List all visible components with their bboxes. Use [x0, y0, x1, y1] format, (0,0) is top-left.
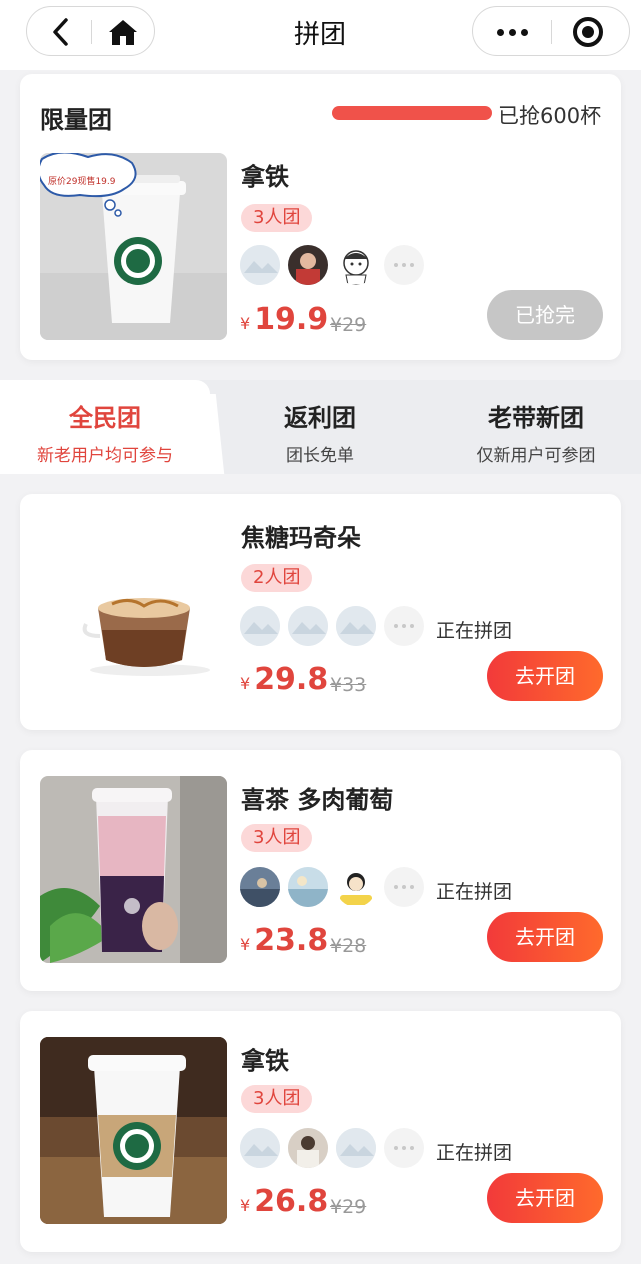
list-item[interactable]: 拿铁 3人团 正在拼团 ¥26.8 ¥29 去开团 [20, 1011, 621, 1252]
avatar [288, 1128, 328, 1168]
participant-avatars [240, 606, 424, 646]
original-price: ¥29 [330, 314, 367, 336]
more-avatars [384, 245, 424, 285]
sold-count: 已抢600杯 [498, 104, 602, 128]
avatar [336, 606, 376, 646]
nav-bar: 拼团 [0, 0, 641, 70]
start-group-button[interactable]: 去开团 [487, 651, 603, 701]
more-button[interactable] [487, 15, 537, 49]
chevron-left-icon [53, 18, 68, 46]
original-price: ¥28 [330, 935, 367, 957]
group-size-tag: 3人团 [241, 824, 313, 852]
product-name: 焦糖玛奇朵 [241, 524, 361, 552]
nav-capsule-right [472, 6, 630, 56]
product-image[interactable] [40, 776, 227, 963]
group-price: ¥19.9 [240, 302, 329, 337]
product-image[interactable]: 原价29现售19.9 [40, 153, 227, 340]
price-badge: 原价29现售19.9 [48, 175, 116, 187]
tab-refer-new[interactable]: 老带新团 仅新用户可参团 [436, 398, 636, 466]
product-name: 喜茶 多肉葡萄 [241, 786, 394, 814]
group-size-tag: 3人团 [241, 1085, 313, 1113]
page-title: 拼团 [293, 20, 346, 50]
product-name: 拿铁 [241, 1047, 289, 1075]
group-size-tag: 2人团 [241, 564, 313, 592]
nav-capsule-left [26, 6, 155, 56]
home-button[interactable] [101, 15, 145, 49]
home-icon [109, 20, 137, 45]
avatar [336, 245, 376, 285]
group-price: ¥26.8 [240, 1184, 329, 1219]
more-avatars [384, 867, 424, 907]
group-price: ¥29.8 [240, 662, 329, 697]
group-price: ¥23.8 [240, 923, 329, 958]
more-dots-icon [496, 28, 504, 36]
avatar [288, 867, 328, 907]
avatar [288, 606, 328, 646]
participant-avatars [240, 245, 424, 285]
start-group-button[interactable]: 去开团 [487, 912, 603, 962]
tab-rebate[interactable]: 返利团 团长免单 [220, 398, 420, 466]
original-price: ¥29 [330, 1196, 367, 1218]
participant-avatars [240, 1128, 424, 1168]
product-name: 拿铁 [241, 163, 289, 191]
original-price: ¥33 [330, 674, 367, 696]
more-avatars [384, 606, 424, 646]
sold-progress-bar [332, 106, 492, 120]
product-image[interactable] [40, 518, 227, 705]
start-group-button[interactable]: 去开团 [487, 1173, 603, 1223]
group-type-tabs: 全民团 新老用户均可参与 返利团 团长免单 老带新团 仅新用户可参团 [0, 380, 641, 474]
avatar [240, 867, 280, 907]
avatar [240, 606, 280, 646]
limited-group-card: 限量团 已抢600杯 原价29现售19.9 拿铁 3人团 ¥ 19.9 ¥29 … [20, 74, 621, 360]
status-text: 正在拼团 [436, 881, 513, 903]
status-text: 正在拼团 [436, 620, 513, 642]
participant-avatars [240, 867, 424, 907]
back-button[interactable] [41, 15, 81, 49]
product-image[interactable] [40, 1037, 227, 1224]
group-size-tag: 3人团 [241, 204, 313, 232]
sold-out-button[interactable]: 已抢完 [487, 290, 603, 340]
avatar [336, 867, 376, 907]
avatar [240, 245, 280, 285]
status-text: 正在拼团 [436, 1142, 513, 1164]
list-item[interactable]: 焦糖玛奇朵 2人团 正在拼团 ¥29.8 ¥33 去开团 [20, 494, 621, 730]
close-miniprogram-icon[interactable] [573, 17, 603, 47]
list-item[interactable]: 喜茶 多肉葡萄 3人团 正在拼团 ¥23.8 ¥28 去开团 [20, 750, 621, 991]
more-avatars [384, 1128, 424, 1168]
avatar [240, 1128, 280, 1168]
section-title: 限量团 [40, 106, 112, 134]
avatar [336, 1128, 376, 1168]
avatar [288, 245, 328, 285]
tab-all-users[interactable]: 全民团 新老用户均可参与 [0, 398, 210, 466]
